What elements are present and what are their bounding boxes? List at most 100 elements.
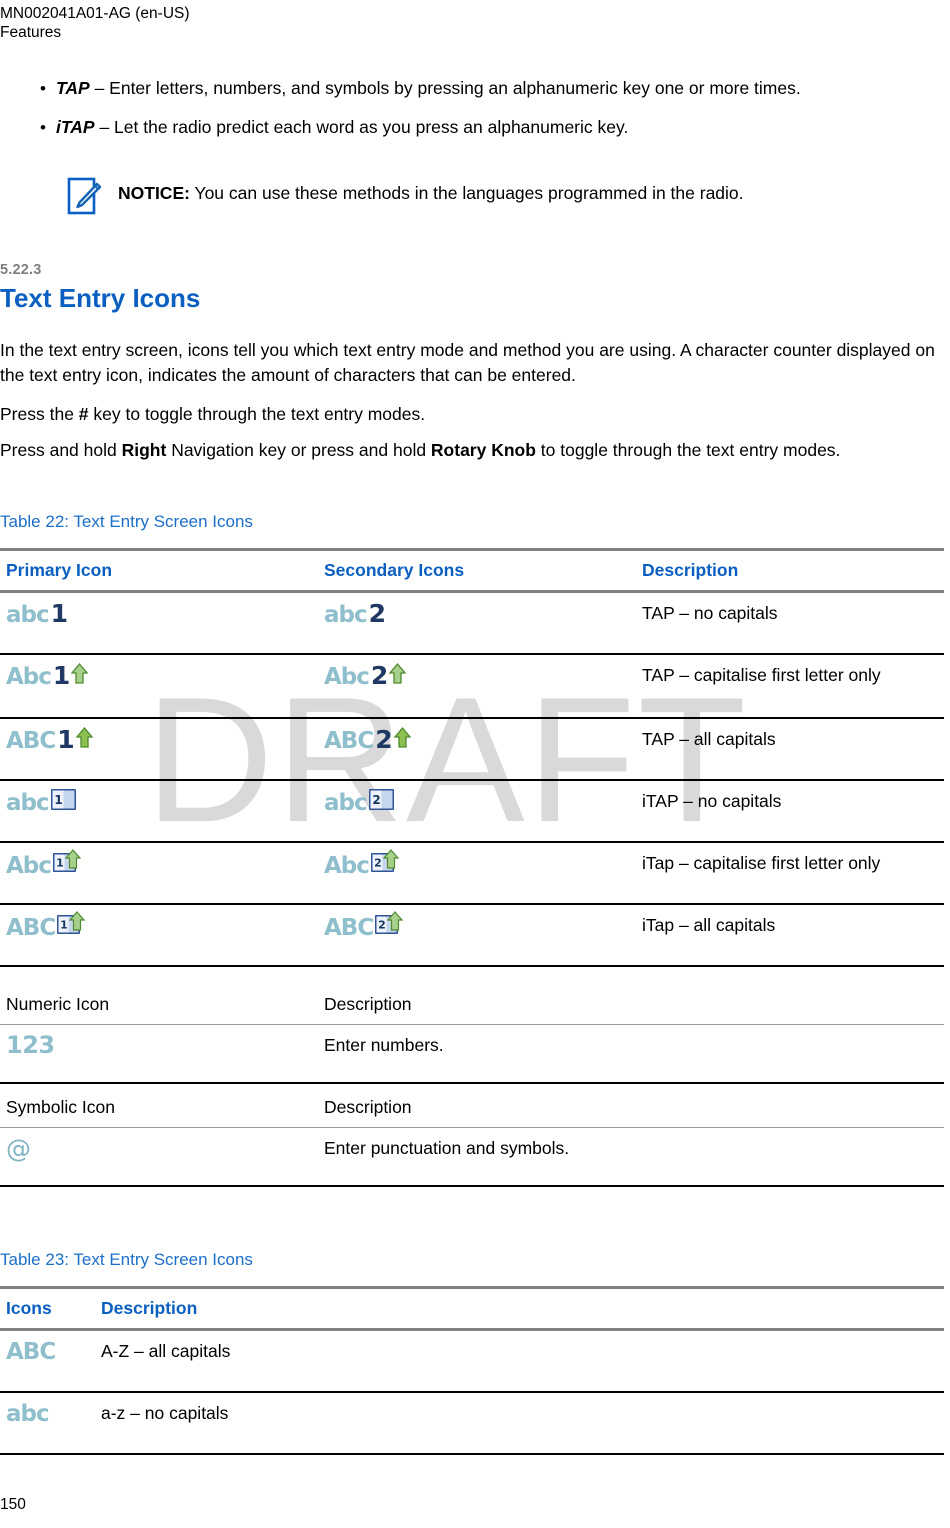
table-row: Abc1 Abc2 TAP – capitalise first letter … xyxy=(0,654,944,718)
icon-abc1-shift: Abc1 xyxy=(6,660,89,693)
para3-post: to toggle through the text entry modes. xyxy=(535,440,841,460)
icon-letters: Abc xyxy=(6,663,52,690)
table-row: abc 1 abc 2 iTAP – no capitals xyxy=(0,780,944,842)
icon-letters: Abc xyxy=(324,852,370,879)
para3-mid: Navigation key or press and hold xyxy=(166,440,431,460)
numeric-icon-cell: 123 xyxy=(0,1025,318,1083)
symbolic-icon-cell: @ xyxy=(0,1128,318,1186)
primary-icon-cell: Abc1 xyxy=(0,654,318,718)
secondary-icon-cell: ABC 2 xyxy=(318,904,636,966)
page-number: 150 xyxy=(0,1496,26,1513)
bullet-marker: • xyxy=(40,79,46,98)
notice-label: NOTICE: xyxy=(118,183,190,203)
primary-icon-cell: Abc 1 xyxy=(0,842,318,904)
bullet-term: iTAP xyxy=(56,117,95,137)
row-description: a-z – no capitals xyxy=(101,1402,229,1423)
column-header-symbolic-icon: Symbolic Icon xyxy=(6,1097,115,1117)
table-row: ABC A-Z – all capitals xyxy=(0,1330,944,1392)
icon-number: 2 xyxy=(370,660,389,690)
column-header-secondary-icons: Secondary Icons xyxy=(324,560,465,580)
icon-letters: ABC xyxy=(6,727,56,754)
paragraph-intro: In the text entry screen, icons tell you… xyxy=(0,340,935,385)
book-badge-icon: 1 xyxy=(50,787,77,819)
table-header-row: Symbolic Icon Description xyxy=(0,1088,944,1128)
icon-abc-caps2-shift: ABC2 xyxy=(324,724,412,757)
notice-body: You can use these methods in the languag… xyxy=(189,183,744,203)
row-description: iTAP – no capitals xyxy=(642,790,782,811)
icon-at-sign: @ xyxy=(6,1134,31,1163)
book-badge-icon: 2 xyxy=(368,787,395,819)
table-symbolic-icon: Symbolic Icon Description @ Enter punctu… xyxy=(0,1088,944,1187)
para2-post: key to toggle through the text entry mod… xyxy=(88,404,426,424)
shift-arrow-icon xyxy=(75,726,94,757)
column-header-icons: Icons xyxy=(6,1298,52,1318)
section-number: 5.22.3 xyxy=(0,262,42,278)
icon-cell: abc xyxy=(0,1392,95,1454)
para2-pre: Press the xyxy=(0,404,79,424)
icon-letters: ABC xyxy=(324,914,374,941)
icon-letters: Abc xyxy=(6,852,52,879)
notice-pencil-icon xyxy=(66,177,102,217)
row-description: Enter numbers. xyxy=(324,1035,444,1055)
secondary-icon-cell: abc2 xyxy=(318,592,636,654)
icon-itap-caps2-shift: ABC 2 xyxy=(324,910,404,944)
shift-arrow-icon xyxy=(393,726,412,757)
secondary-icon-cell: abc 2 xyxy=(318,780,636,842)
row-description: Enter punctuation and symbols. xyxy=(324,1138,570,1158)
icon-itap-abc2: abc 2 xyxy=(324,787,395,819)
icon-number: 2 xyxy=(375,724,393,754)
table-23-caption: Table 23: Text Entry Screen Icons xyxy=(0,1250,253,1269)
page-title: Text Entry Icons xyxy=(0,283,201,313)
icon-letters: abc xyxy=(324,789,368,816)
list-item: • TAP – Enter letters, numbers, and symb… xyxy=(0,76,950,101)
para2-key: # xyxy=(78,404,89,424)
icon-abc-uppercase: ABC xyxy=(6,1337,56,1367)
row-description: TAP – all capitals xyxy=(642,728,776,749)
icon-number: 1 xyxy=(57,724,75,754)
table-row: abc1 abc2 TAP – no capitals xyxy=(0,592,944,654)
icon-itap-abc2-shift: Abc 2 xyxy=(324,848,400,882)
paragraph-hash-key: Press the # key to toggle through the te… xyxy=(0,402,944,427)
book-badge-shift-icon: 1 xyxy=(56,910,86,944)
table-header-row: Icons Description xyxy=(0,1287,944,1330)
column-header-description: Description xyxy=(324,1097,412,1117)
icon-letters: ABC xyxy=(324,727,374,754)
row-description: iTap – all capitals xyxy=(642,914,776,935)
icon-cell: ABC xyxy=(0,1330,95,1392)
bullet-body: – Enter letters, numbers, and symbols by… xyxy=(89,78,801,98)
table-22: Primary Icon Secondary Icons Description… xyxy=(0,548,944,967)
icon-letters: abc xyxy=(6,1400,50,1427)
notice-text: NOTICE: You can use these methods in the… xyxy=(118,175,744,206)
row-description: iTap – capitalise first letter only xyxy=(642,852,881,873)
icon-letters: ABC xyxy=(6,914,56,941)
table-row: Abc 1 Abc 2 iTap – capitalise first letter… xyxy=(0,842,944,904)
para3-key1: Right xyxy=(121,440,167,460)
icon-abc-lowercase: abc xyxy=(6,1399,50,1429)
bullet-marker: • xyxy=(40,118,46,137)
column-header-primary-icon: Primary Icon xyxy=(6,560,113,580)
bullet-term: TAP xyxy=(56,78,90,98)
para3-key2: Rotary Knob xyxy=(430,440,536,460)
paragraph-navigation-key: Press and hold Right Navigation key or p… xyxy=(0,438,944,463)
primary-icon-cell: ABC 1 xyxy=(0,904,318,966)
icon-letters: abc xyxy=(6,602,50,628)
table-row: ABC 1 ABC 2 iTap – all capitals xyxy=(0,904,944,966)
row-description: A-Z – all capitals xyxy=(101,1341,231,1361)
svg-text:2: 2 xyxy=(378,918,385,931)
table-row: ABC1 ABC2 TAP – all capitals xyxy=(0,718,944,780)
icon-number: 1 xyxy=(50,599,69,628)
svg-text:2: 2 xyxy=(372,793,380,807)
icon-abc2: abc2 xyxy=(324,599,386,630)
column-header-numeric-icon: Numeric Icon xyxy=(6,994,110,1014)
bullet-list: • TAP – Enter letters, numbers, and symb… xyxy=(0,76,950,154)
secondary-icon-cell: Abc2 xyxy=(318,654,636,718)
primary-icon-cell: ABC1 xyxy=(0,718,318,780)
shift-arrow-icon xyxy=(388,662,407,693)
chapter-name: Features xyxy=(0,24,62,41)
list-item: • iTAP – Let the radio predict each word… xyxy=(0,115,950,140)
icon-letters: abc xyxy=(6,789,50,816)
svg-text:1: 1 xyxy=(60,918,67,931)
icon-number: 1 xyxy=(52,660,71,690)
book-badge-shift-icon: 2 xyxy=(374,910,404,944)
svg-text:1: 1 xyxy=(56,856,63,869)
